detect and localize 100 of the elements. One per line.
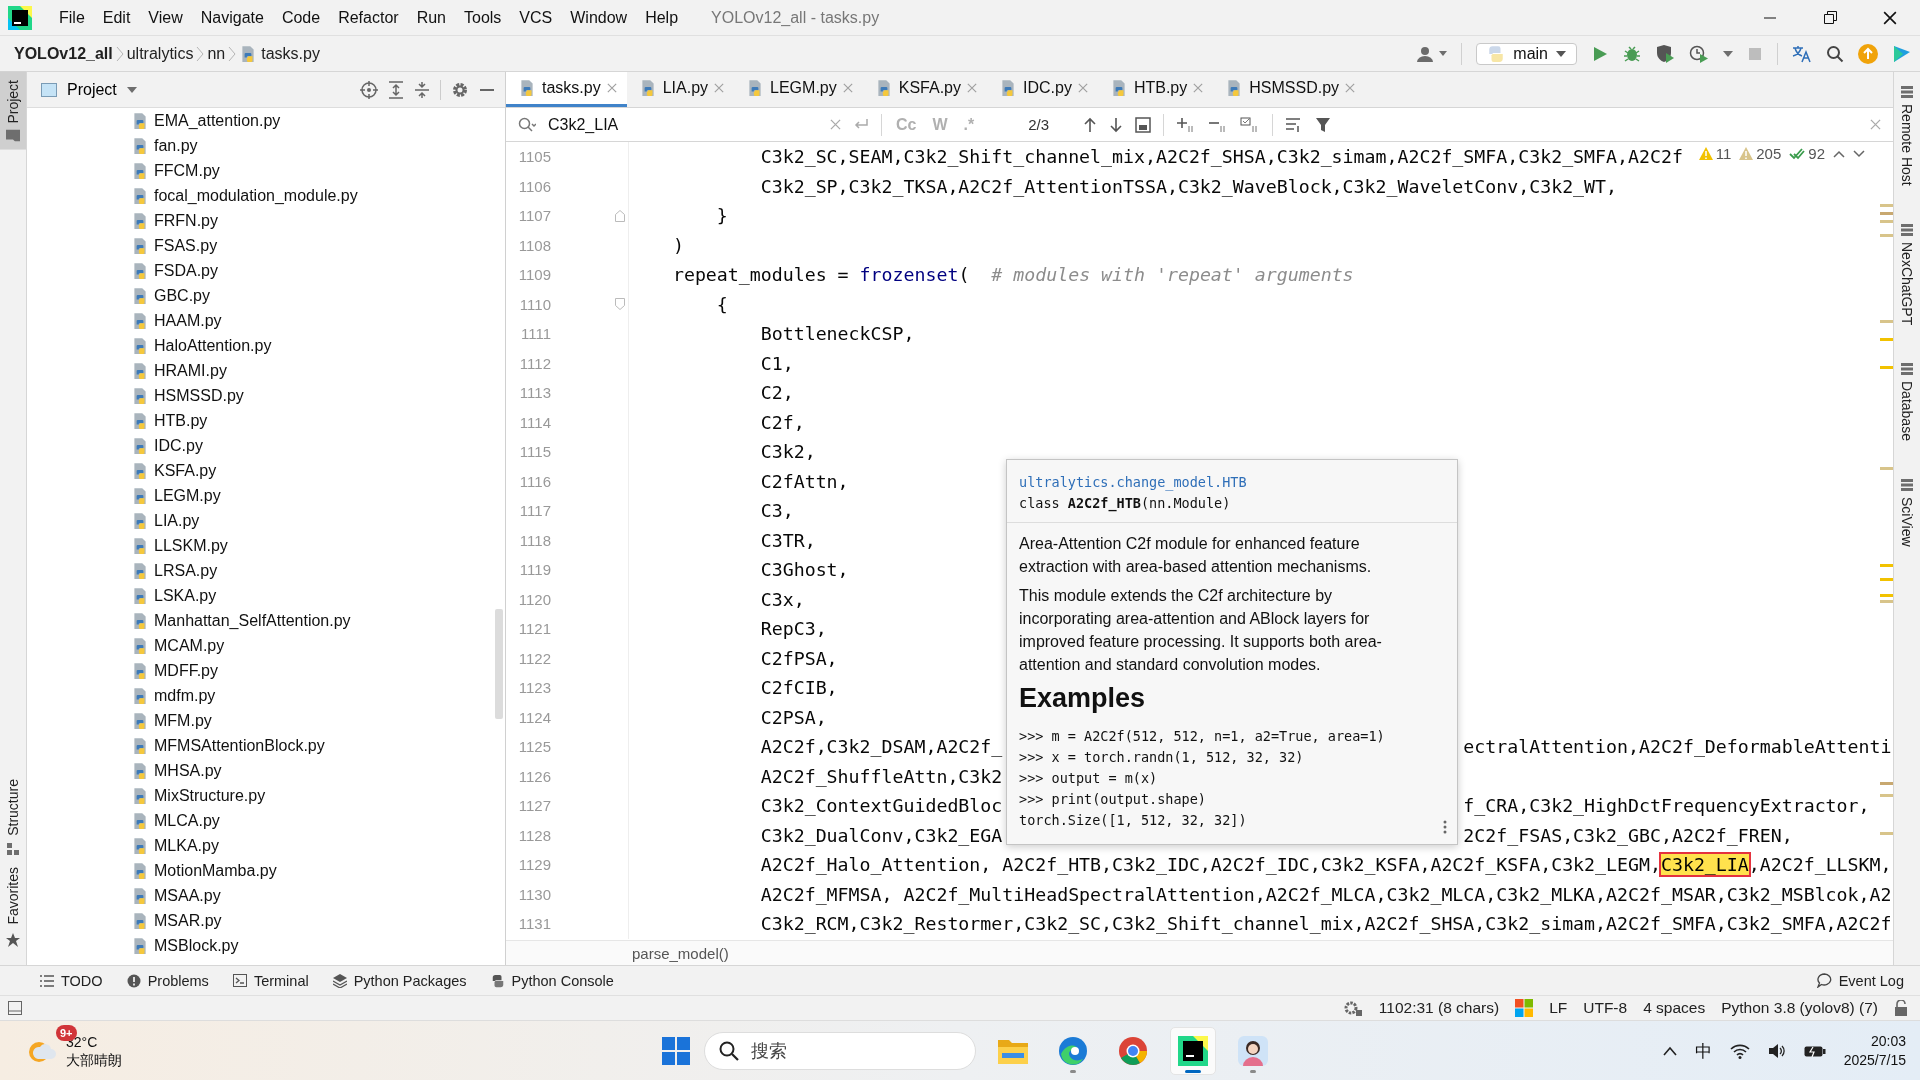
file-name[interactable]: fan.py (154, 136, 198, 155)
search-icon[interactable] (518, 116, 536, 133)
caret-icon[interactable] (1723, 50, 1733, 57)
tool-window-button[interactable]: Problems (126, 972, 209, 989)
shield-run-icon[interactable] (1655, 44, 1675, 63)
file-name[interactable]: focal_modulation_module.py (154, 186, 358, 205)
typo-count[interactable]: 92 (1789, 145, 1825, 162)
file-name[interactable]: Manhattan_SelfAttention.py (154, 611, 351, 630)
file-name[interactable]: HTB.py (154, 411, 208, 430)
arrow-up-icon[interactable] (1833, 149, 1845, 158)
file-name[interactable]: MotionMamba.py (154, 861, 277, 880)
settings-icon[interactable] (451, 80, 469, 99)
clock[interactable]: 20:03 2025/7/15 (1843, 1032, 1906, 1070)
tool-window-button[interactable]: Remote Host (1894, 78, 1920, 194)
file-name[interactable]: MFMSAttentionBlock.py (154, 736, 325, 755)
tool-window-button[interactable]: SciView (1894, 470, 1920, 555)
file-name[interactable]: mdfm.py (154, 686, 216, 705)
tool-window-button[interactable]: Python Packages (332, 972, 467, 989)
editor-tab[interactable]: LIA.py (626, 72, 735, 107)
breadcrumb-item[interactable]: nn (207, 44, 226, 63)
file-name[interactable]: MixStructure.py (154, 786, 266, 805)
file-name[interactable]: MHSA.py (154, 761, 222, 780)
file-name[interactable]: LLSKM.py (154, 536, 228, 555)
file-name[interactable]: MFM.py (154, 711, 212, 730)
wifi-icon[interactable] (1729, 1043, 1750, 1059)
battery-icon[interactable] (1803, 1044, 1826, 1058)
menu-item[interactable]: VCS (510, 8, 562, 27)
tool-window-button[interactable]: Python Console (490, 972, 614, 989)
editor-tab[interactable]: HSMSSD.py (1213, 72, 1366, 107)
run-icon[interactable] (1591, 44, 1609, 63)
menu-item[interactable]: File (50, 8, 94, 27)
tool-window-button[interactable]: TODO (40, 972, 103, 989)
tool-window-button[interactable]: NexChatGPT (1894, 215, 1920, 333)
menu-item[interactable]: Navigate (191, 8, 273, 27)
arrow-up-icon[interactable] (1083, 116, 1098, 133)
file-encoding[interactable]: UTF-8 (1583, 999, 1628, 1017)
panel-title[interactable]: Project (67, 80, 117, 99)
file-name[interactable]: MCAM.py (154, 636, 225, 655)
tool-window-button[interactable]: Project (0, 72, 26, 150)
select-all-icon[interactable] (1135, 116, 1152, 133)
update-icon[interactable] (1858, 43, 1878, 64)
file-name[interactable]: FSAS.py (154, 236, 218, 255)
file-name[interactable]: MSBlock.py (154, 936, 239, 955)
scrollbar-thumb[interactable] (495, 609, 503, 719)
menu-item[interactable]: Code (272, 8, 330, 27)
tool-window-button[interactable]: Terminal (232, 972, 309, 989)
file-name[interactable]: MDFF.py (154, 661, 218, 680)
plugin-logo-icon[interactable] (1892, 43, 1912, 64)
run-config-dropdown[interactable]: main (1476, 42, 1577, 65)
editor-tab[interactable]: HTB.py (1097, 72, 1214, 107)
file-name[interactable]: MSAA.py (154, 886, 221, 905)
file-name[interactable]: LSKA.py (154, 586, 217, 605)
close-icon[interactable] (1883, 10, 1897, 25)
menu-item[interactable]: Tools (455, 8, 511, 27)
more-icon[interactable] (1443, 820, 1447, 834)
account-button[interactable] (1417, 45, 1448, 62)
line-separator[interactable]: LF (1549, 999, 1568, 1017)
file-name[interactable]: MLKA.py (154, 836, 219, 855)
colored-squares-icon[interactable] (1515, 999, 1534, 1017)
editor-tab[interactable]: KSFA.py (862, 72, 987, 107)
menu-item[interactable]: Run (407, 8, 455, 27)
clock-run-icon[interactable] (1689, 44, 1709, 63)
warning-count[interactable]: 11 (1698, 145, 1732, 162)
taskbar-app[interactable] (1170, 1027, 1216, 1075)
expand-all-icon[interactable] (388, 80, 404, 99)
editor-tab[interactable]: LEGM.py (734, 72, 863, 107)
input-method-indicator[interactable]: 中 (1694, 1039, 1712, 1063)
search-field[interactable]: C3k2_LIA (548, 115, 818, 134)
sync-gear-icon[interactable] (1342, 1000, 1363, 1016)
panel-toggle-icon[interactable] (8, 1001, 22, 1015)
file-name[interactable]: HaloAttention.py (154, 336, 272, 355)
editor-tab[interactable]: tasks.py (506, 72, 627, 107)
editor-breadcrumb[interactable]: parse_model() (632, 944, 729, 962)
bug-icon[interactable] (1623, 44, 1641, 63)
filter-icon[interactable] (1315, 116, 1332, 133)
caret-icon[interactable] (126, 86, 137, 93)
volume-icon[interactable] (1767, 1043, 1786, 1059)
file-name[interactable]: HRAMI.py (154, 361, 227, 380)
breadcrumb-item[interactable]: ultralytics (126, 44, 194, 63)
file-name[interactable]: LEGM.py (154, 486, 221, 505)
chevron-up-icon[interactable] (1662, 1046, 1677, 1056)
arrow-down-icon[interactable] (1109, 116, 1124, 133)
translate-icon[interactable] (1792, 44, 1812, 63)
doc-reference-link[interactable]: ultralytics.change_model.HTB (1019, 472, 1247, 493)
lock-icon[interactable] (1894, 1000, 1908, 1016)
weather-condition[interactable]: 大部晴朗 (66, 1050, 122, 1069)
file-name[interactable]: HAAM.py (154, 311, 222, 330)
file-name[interactable]: HSMSSD.py (154, 386, 244, 405)
restore-icon[interactable] (1823, 11, 1837, 24)
menu-item[interactable]: Window (561, 8, 637, 27)
editor-tab[interactable]: IDC.py (987, 72, 1098, 107)
file-name[interactable]: MSAR.py (154, 911, 222, 930)
file-name[interactable]: LRSA.py (154, 561, 218, 580)
fold-marker-icon[interactable] (615, 298, 625, 311)
file-name[interactable]: IDC.py (154, 436, 203, 455)
collapse-all-icon[interactable] (414, 80, 430, 99)
crosshair-icon[interactable] (360, 80, 378, 99)
caret-position[interactable]: 1102:31 (8 chars) (1378, 999, 1500, 1017)
fold-marker-icon[interactable] (615, 209, 625, 222)
file-name[interactable]: GBC.py (154, 286, 210, 305)
